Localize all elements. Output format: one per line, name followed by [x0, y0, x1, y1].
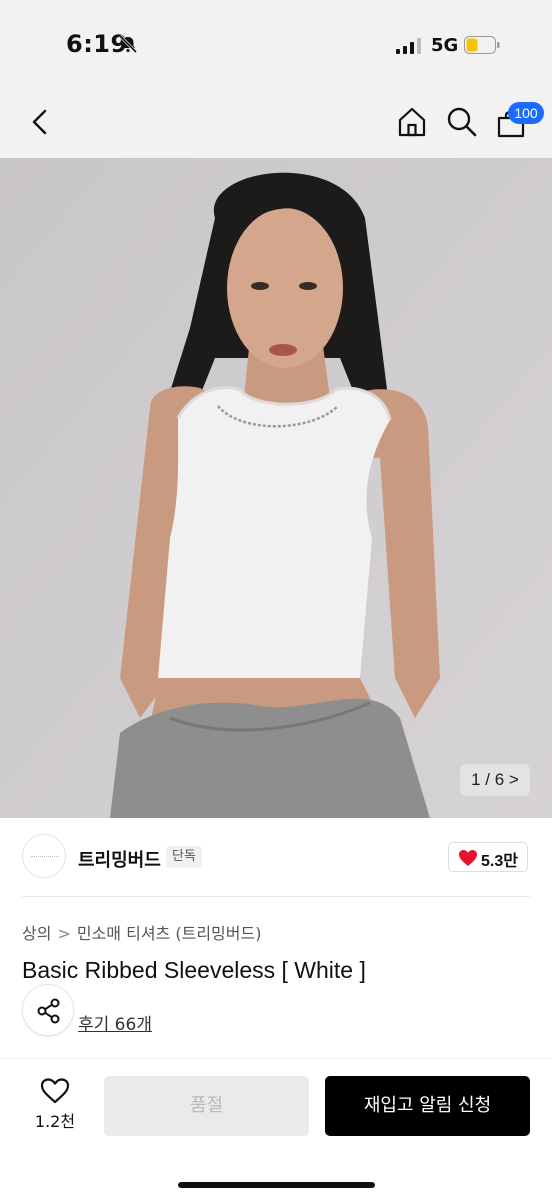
product-title: Basic Ribbed Sleeveless [ White ]	[22, 957, 366, 983]
breadcrumb-category[interactable]: 상의	[22, 924, 51, 943]
signal-icon	[396, 38, 421, 54]
home-indicator	[178, 1182, 375, 1188]
top-nav	[0, 92, 552, 158]
back-arrow-icon[interactable]	[30, 108, 50, 136]
heart-filled-icon	[459, 850, 477, 866]
image-page-counter[interactable]: 1 / 6 >	[460, 764, 530, 796]
breadcrumb-separator: >	[57, 924, 71, 943]
breadcrumb: 상의 > 민소매 티셔츠 (트리밍버드)	[22, 920, 261, 944]
status-bar: 6:19 5G	[0, 0, 552, 92]
wishlist-button[interactable]: 1.2천	[28, 1078, 82, 1134]
home-icon[interactable]	[396, 106, 428, 138]
battery-icon	[464, 36, 500, 54]
network-type: 5G	[431, 35, 459, 56]
brand-name[interactable]: 트리밍버드	[78, 846, 161, 872]
soldout-button: 품절	[104, 1076, 309, 1136]
breadcrumb-subcategory[interactable]: 민소매 티셔츠 (트리밍버드)	[77, 924, 262, 943]
cart-count-badge: 100	[508, 102, 544, 124]
brand-like-count: 5.3만	[481, 853, 518, 870]
share-icon	[37, 998, 60, 1024]
brand-like-button[interactable]: 5.3만	[448, 842, 528, 872]
restock-alert-button[interactable]: 재입고 알림 신청	[325, 1076, 530, 1136]
brand-logo[interactable]	[22, 834, 66, 878]
heart-outline-icon	[40, 1078, 70, 1104]
search-icon[interactable]	[446, 106, 478, 138]
exclusive-badge: 단독	[166, 846, 202, 868]
product-photo-illustration	[0, 158, 552, 818]
product-image[interactable]	[0, 158, 552, 818]
wishlist-count: 1.2천	[34, 1112, 76, 1131]
section-divider	[22, 896, 530, 897]
share-button[interactable]	[22, 984, 74, 1036]
reviews-link[interactable]: 후기 66개	[78, 1010, 152, 1035]
silent-bell-icon	[118, 35, 138, 53]
